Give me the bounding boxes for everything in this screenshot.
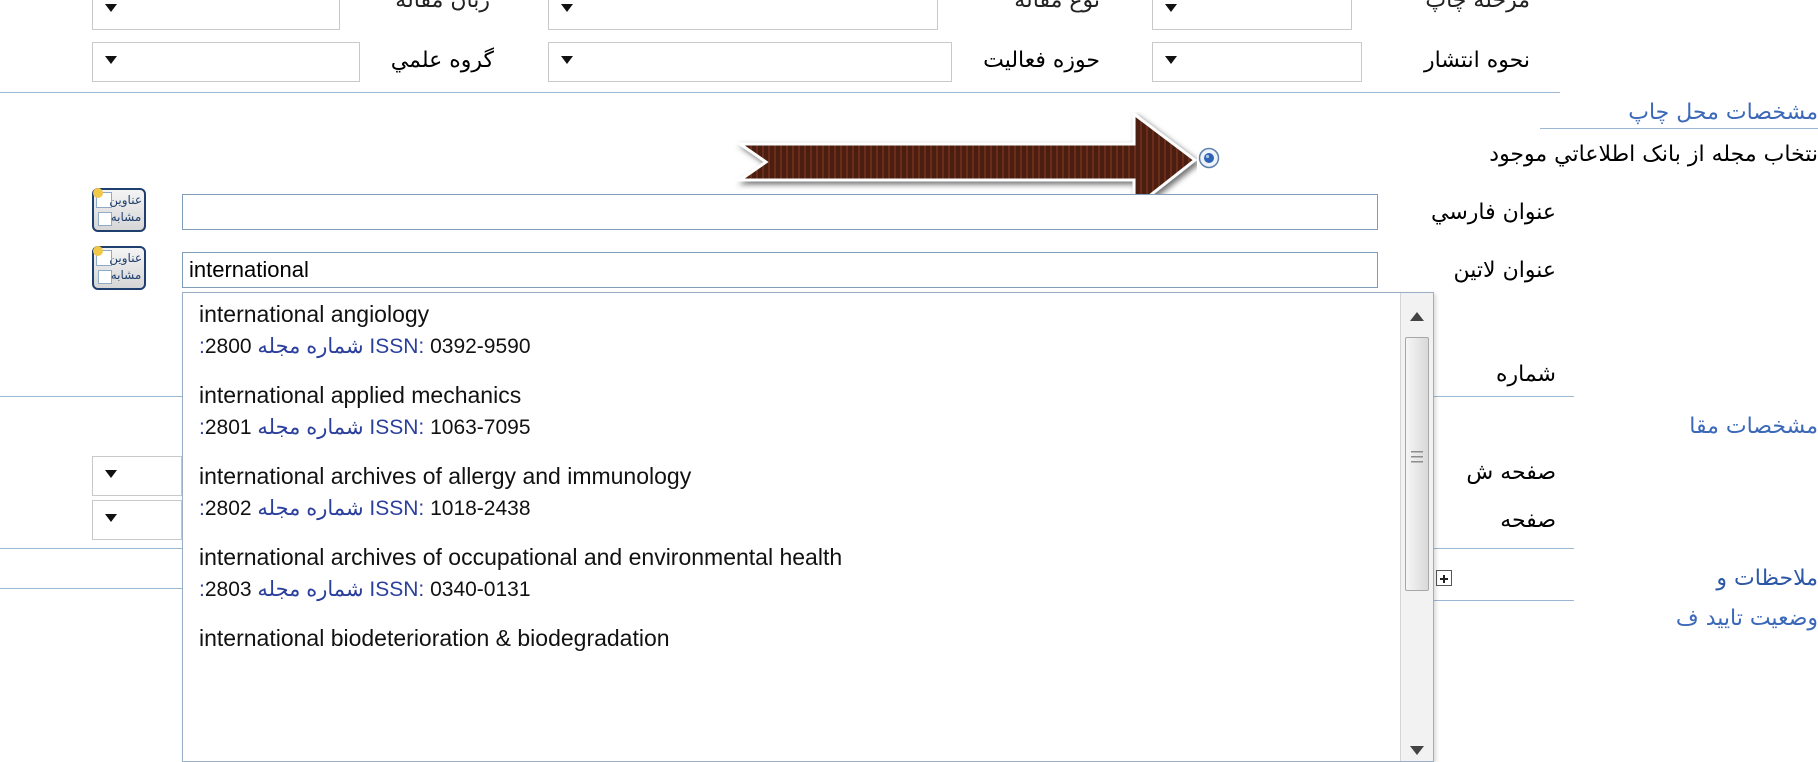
list-item[interactable]: international biodeterioration & biodegr…: [199, 625, 670, 652]
section-divider: [0, 588, 182, 589]
chevron-down-icon: [561, 4, 573, 12]
section-divider: [0, 92, 1560, 93]
grip-icon: [1411, 451, 1423, 463]
section-divider: [1434, 548, 1574, 549]
section-divider: [0, 396, 182, 397]
article-type-label: نوع مقاله: [1014, 0, 1100, 13]
page-to-label-partial: صفحه: [1500, 508, 1556, 533]
scientific-group-select[interactable]: [92, 42, 360, 82]
scrollbar-thumb[interactable]: [1405, 337, 1429, 591]
activity-area-select[interactable]: [548, 42, 952, 82]
scrollbar[interactable]: [1400, 293, 1433, 761]
expand-plus-icon[interactable]: [1436, 570, 1452, 586]
list-item[interactable]: international archives of allergy and im…: [199, 463, 691, 521]
database-radio[interactable]: [1198, 147, 1220, 169]
chevron-down-icon: [561, 56, 573, 64]
article-type-select[interactable]: [548, 0, 938, 30]
section-underline: [1540, 128, 1818, 129]
print-stage-label: مرحله چاپ: [1425, 0, 1530, 13]
radio-label: نتخاب مجله از بانک اطلاعاتي موجود: [1489, 142, 1818, 167]
publication-method-select[interactable]: [1152, 42, 1362, 82]
chevron-down-icon: [1165, 4, 1177, 12]
notes-section-partial[interactable]: ملاحظات و: [1436, 566, 1818, 591]
chevron-down-icon: [105, 470, 117, 478]
publication-method-label: نحوه انتشار: [1423, 48, 1530, 73]
approval-status-partial[interactable]: وضعيت تاييد ف: [1436, 606, 1818, 631]
chevron-down-icon: [105, 56, 117, 64]
print-location-section-header: مشخصات محل چاپ: [1628, 100, 1818, 125]
section-divider: [0, 548, 182, 549]
section-divider: [1434, 396, 1574, 397]
page-from-select[interactable]: [92, 456, 182, 496]
page-to-select[interactable]: [92, 500, 182, 540]
language-label: زبان مقاله: [395, 0, 490, 13]
article-section-header-partial: مشخصات مقا: [1689, 414, 1818, 439]
list-item[interactable]: international archives of occupational a…: [199, 544, 842, 602]
number-label-partial: شماره: [1495, 362, 1556, 387]
list-item[interactable]: international angiology :شماره مجله 2800…: [199, 301, 531, 359]
journal-autocomplete-list[interactable]: international angiology :شماره مجله 2800…: [182, 292, 1434, 762]
list-item[interactable]: international applied mechanics :شماره م…: [199, 382, 531, 440]
similar-titles-button-fa[interactable]: عناوين مشابه: [92, 188, 146, 232]
activity-area-label: حوزه فعاليت: [983, 48, 1100, 73]
latin-title-input[interactable]: international: [182, 252, 1378, 288]
scroll-down-icon[interactable]: [1410, 741, 1424, 760]
page-from-label-partial: صفحه ش: [1466, 460, 1556, 485]
persian-title-input[interactable]: [182, 194, 1378, 230]
print-stage-select[interactable]: [1152, 0, 1352, 30]
scientific-group-label: گروه علمي: [390, 48, 494, 73]
latin-title-label: عنوان لاتين: [1453, 258, 1556, 283]
radio-selected-icon: [1198, 147, 1220, 169]
language-select[interactable]: [92, 0, 340, 30]
scroll-up-icon[interactable]: [1410, 307, 1424, 326]
similar-titles-button-en[interactable]: عناوين مشابه: [92, 246, 146, 290]
chevron-down-icon: [105, 514, 117, 522]
persian-title-label: عنوان فارسي: [1430, 200, 1556, 225]
section-divider: [1434, 600, 1574, 601]
chevron-down-icon: [105, 4, 117, 12]
chevron-down-icon: [1165, 56, 1177, 64]
